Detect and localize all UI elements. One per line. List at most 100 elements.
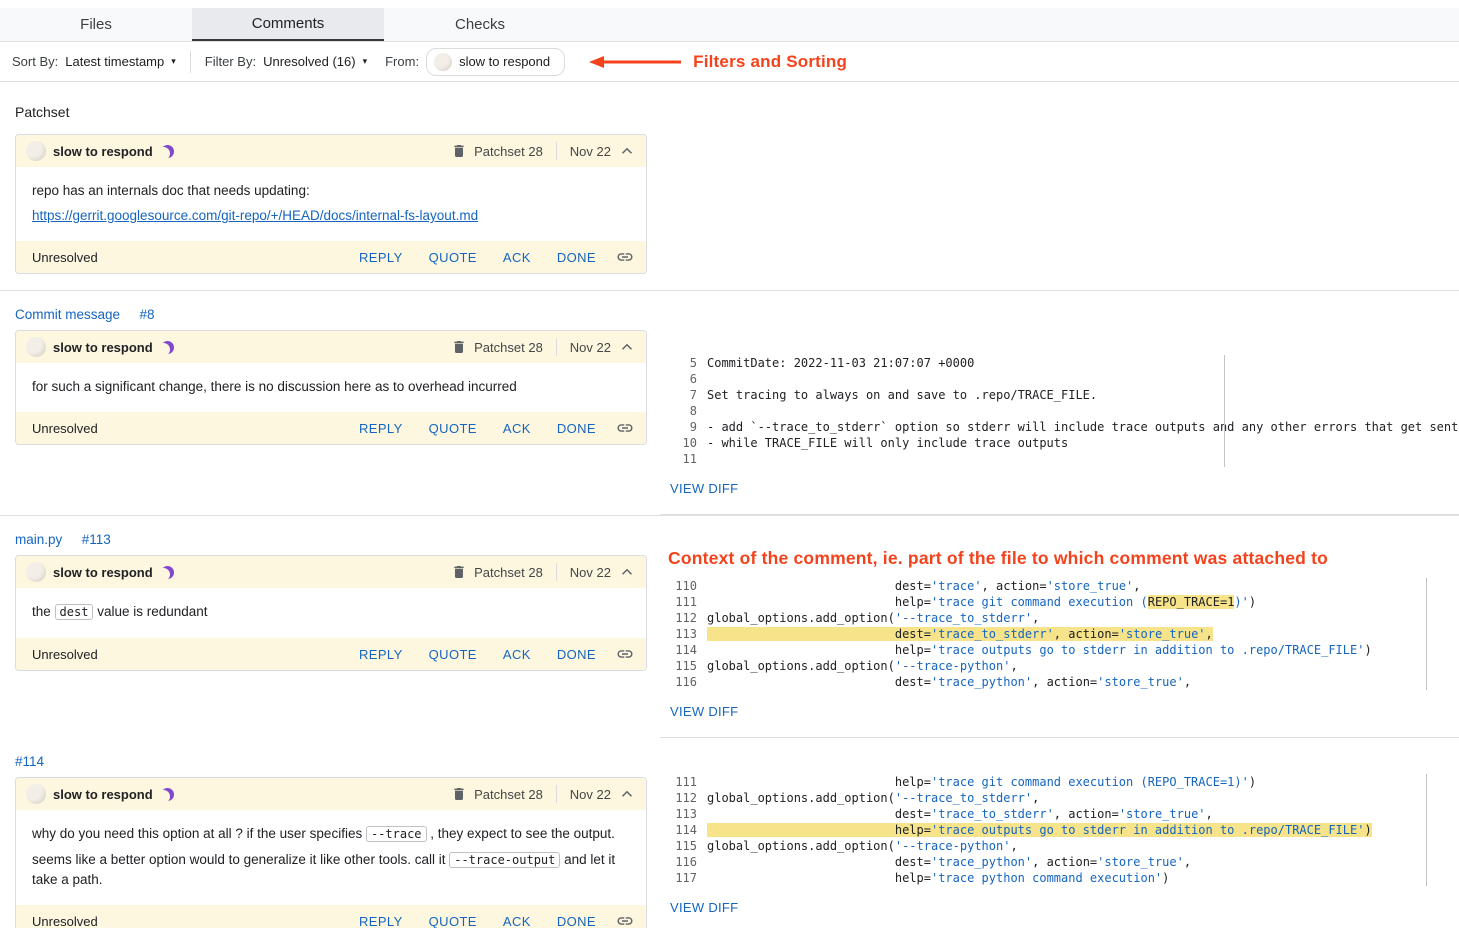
divider — [190, 51, 191, 73]
reply-button[interactable]: REPLY — [359, 914, 403, 928]
code-context: 111 help='trace git command execution (R… — [660, 774, 1459, 917]
comment-text-part: why do you need this option at all ? if … — [32, 826, 366, 841]
comment-footer: Unresolved REPLY QUOTE ACK DONE — [16, 241, 646, 273]
collapse-icon[interactable] — [618, 563, 636, 581]
inline-code: dest — [55, 604, 94, 620]
from-user-name: slow to respond — [459, 54, 550, 69]
file-link-main-py[interactable]: main.py — [15, 532, 62, 547]
comment-header[interactable]: slow to respond Patchset 28 Nov 22 — [16, 556, 646, 588]
done-button[interactable]: DONE — [557, 914, 596, 928]
done-button[interactable]: DONE — [557, 250, 596, 265]
link-icon[interactable] — [616, 419, 634, 437]
code-text — [697, 451, 707, 467]
ack-button[interactable]: ACK — [503, 250, 531, 265]
code-line: 111 help='trace git command execution (R… — [660, 774, 1459, 790]
view-diff-button[interactable]: VIEW DIFF — [670, 900, 738, 915]
commit-message-section: Commit message #8 slow to respond Patchs… — [0, 291, 1459, 515]
divider — [556, 785, 557, 803]
inline-code: --trace — [366, 826, 427, 842]
code-line: 115global_options.add_option('--trace-py… — [660, 658, 1459, 674]
status-badge: Unresolved — [32, 647, 98, 662]
link-icon[interactable] — [616, 248, 634, 266]
reply-button[interactable]: REPLY — [359, 250, 403, 265]
patchset-section-label: Patchset — [15, 104, 1459, 120]
line-number: 116 — [660, 854, 697, 870]
comment-text: why do you need this option at all ? if … — [32, 824, 630, 844]
collapse-icon[interactable] — [618, 142, 636, 160]
comment-header[interactable]: slow to respond Patchset 28 Nov 22 — [16, 135, 646, 167]
quote-button[interactable]: QUOTE — [429, 250, 477, 265]
moon-icon — [161, 566, 174, 579]
ack-button[interactable]: ACK — [503, 421, 531, 436]
code-lines: 5CommitDate: 2022-11-03 21:07:07 +000067… — [660, 355, 1459, 467]
reply-button[interactable]: REPLY — [359, 421, 403, 436]
view-diff-button[interactable]: VIEW DIFF — [670, 704, 738, 719]
delete-icon[interactable] — [451, 786, 467, 802]
filter-by-dropdown[interactable]: Unresolved (16) ▾ — [263, 54, 367, 69]
delete-icon[interactable] — [451, 339, 467, 355]
ack-button[interactable]: ACK — [503, 647, 531, 662]
divider — [556, 563, 557, 581]
line-number: 5 — [660, 355, 697, 371]
code-text: global_options.add_option('--trace_to_st… — [697, 610, 1039, 626]
comment-header[interactable]: slow to respond Patchset 28 Nov 22 — [16, 331, 646, 363]
collapse-icon[interactable] — [618, 785, 636, 803]
collapse-icon[interactable] — [618, 338, 636, 356]
quote-button[interactable]: QUOTE — [429, 647, 477, 662]
code-line: 11 — [660, 451, 1459, 467]
tab-comments[interactable]: Comments — [192, 8, 384, 41]
code-line: 6 — [660, 371, 1459, 387]
code-text: help='trace python command execution') — [697, 870, 1169, 886]
comment-text: repo has an internals doc that needs upd… — [32, 181, 630, 200]
filters-annotation: Filters and Sorting — [693, 52, 847, 72]
comment-context: Context of the comment, ie. part of the … — [660, 516, 1459, 738]
filter-by-value: Unresolved (16) — [263, 54, 356, 69]
tab-files[interactable]: Files — [0, 8, 192, 41]
done-button[interactable]: DONE — [557, 647, 596, 662]
from-user-chip[interactable]: slow to respond — [426, 48, 565, 76]
line-number: 117 — [660, 870, 697, 886]
code-line: 113 dest='trace_to_stderr', action='stor… — [660, 806, 1459, 822]
doc-link[interactable]: https://gerrit.googlesource.com/git-repo… — [32, 206, 478, 225]
commit-message-link[interactable]: Commit message — [15, 307, 120, 322]
comment-footer: Unresolved REPLY QUOTE ACK DONE — [16, 905, 646, 928]
tab-checks[interactable]: Checks — [384, 8, 576, 41]
code-line: 114 help='trace outputs go to stderr in … — [660, 822, 1459, 838]
line-number: 113 — [660, 626, 697, 642]
comment-card: slow to respond Patchset 28 Nov 22 — [15, 330, 647, 445]
comment-author: slow to respond — [53, 565, 153, 580]
comment-header[interactable]: slow to respond Patchset 28 Nov 22 — [16, 778, 646, 810]
line-113-link[interactable]: #113 — [82, 532, 111, 547]
line-number: 7 — [660, 387, 697, 403]
quote-button[interactable]: QUOTE — [429, 914, 477, 928]
line-number: 115 — [660, 838, 697, 854]
arrow-left-icon — [587, 55, 683, 69]
line-number: 9 — [660, 419, 697, 435]
done-button[interactable]: DONE — [557, 421, 596, 436]
line-number: 6 — [660, 371, 697, 387]
comment-context: 111 help='trace git command execution (R… — [660, 738, 1459, 928]
comment-text: for such a significant change, there is … — [32, 377, 630, 396]
line-number: 111 — [660, 594, 697, 610]
inline-code: --trace-output — [449, 852, 560, 868]
ack-button[interactable]: ACK — [503, 914, 531, 928]
sort-by-dropdown[interactable]: Latest timestamp ▾ — [65, 54, 176, 69]
delete-icon[interactable] — [451, 564, 467, 580]
divider — [556, 142, 557, 160]
line-114-link[interactable]: #114 — [15, 754, 44, 769]
comment-text-part: seems like a better option would to gene… — [32, 852, 449, 867]
code-line: 8 — [660, 403, 1459, 419]
code-context: 5CommitDate: 2022-11-03 21:07:07 +000067… — [660, 355, 1459, 498]
quote-button[interactable]: QUOTE — [429, 421, 477, 436]
comment-body: why do you need this option at all ? if … — [16, 810, 646, 905]
reply-button[interactable]: REPLY — [359, 647, 403, 662]
view-diff-button[interactable]: VIEW DIFF — [670, 481, 738, 496]
delete-icon[interactable] — [451, 143, 467, 159]
avatar — [26, 141, 46, 161]
main-py-113-section: main.py #113 slow to respond Patchset 28… — [0, 516, 1459, 738]
line-number: 112 — [660, 790, 697, 806]
link-icon[interactable] — [616, 912, 634, 928]
link-icon[interactable] — [616, 645, 634, 663]
line-8-link[interactable]: #8 — [139, 307, 154, 322]
code-text: help='trace git command execution (REPO_… — [697, 594, 1256, 610]
